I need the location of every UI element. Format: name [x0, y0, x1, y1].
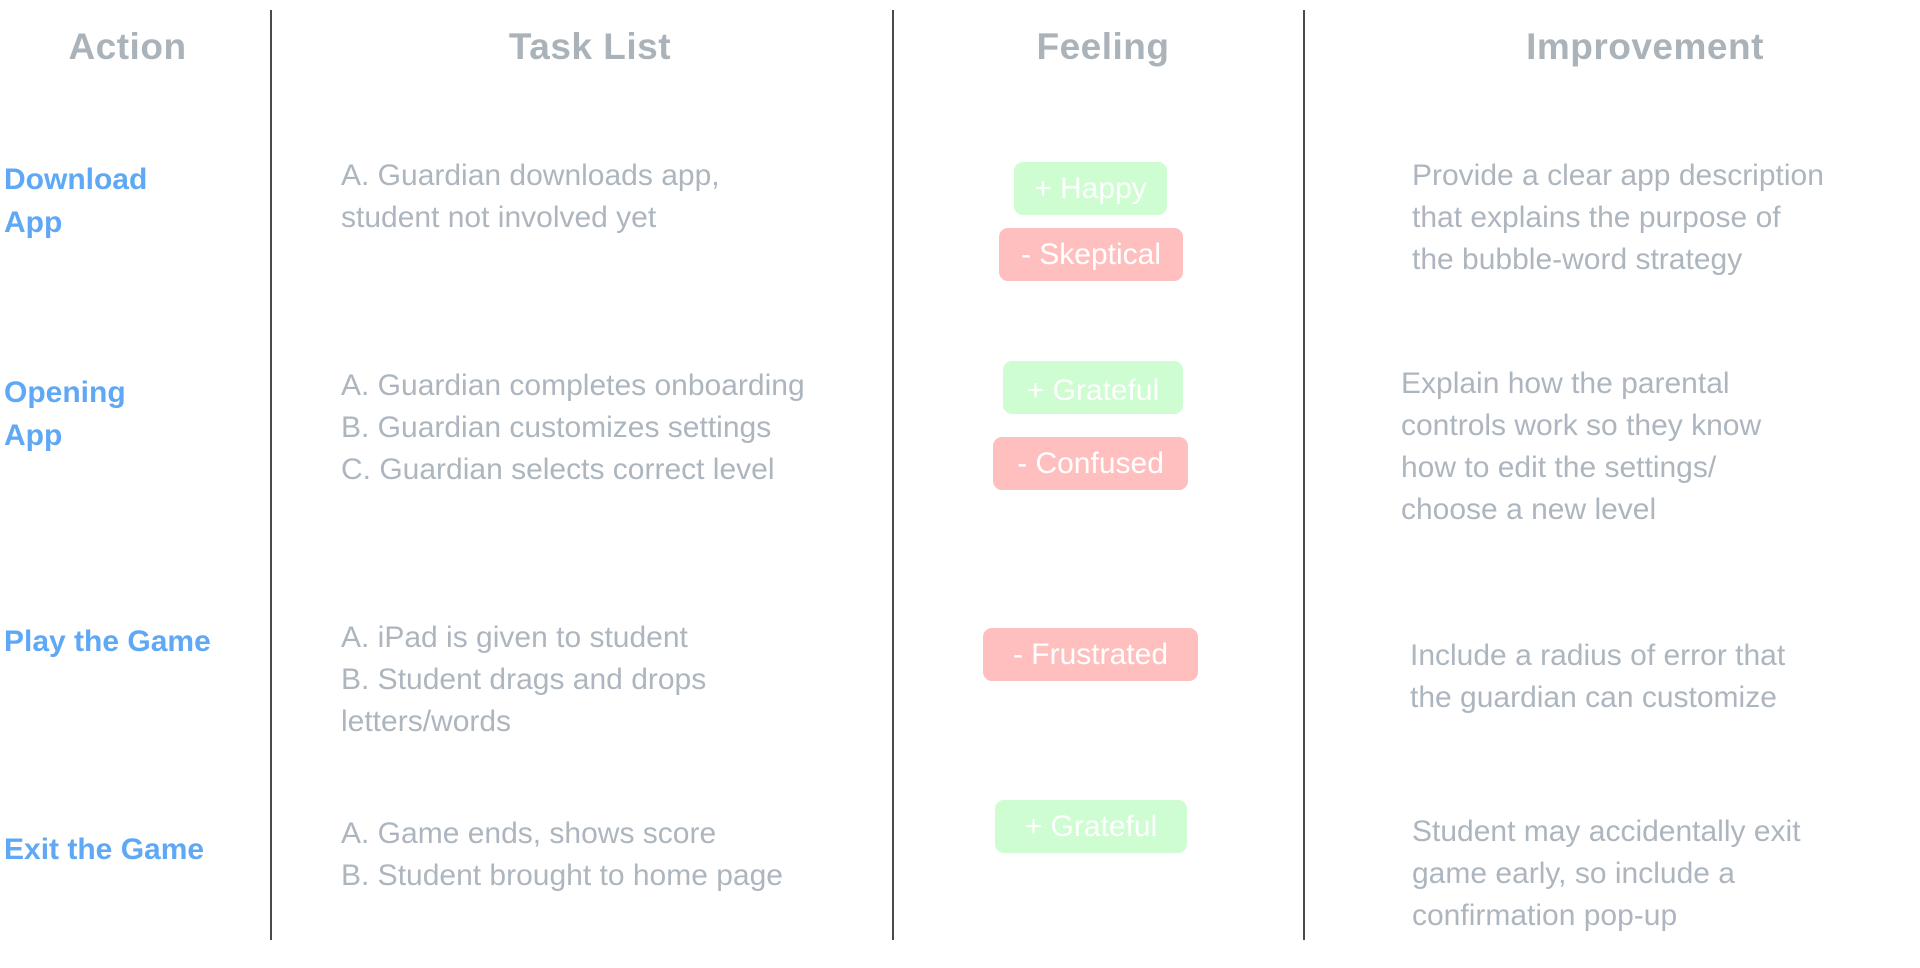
improvement-row-1: Provide a clear app description that exp…: [1412, 155, 1824, 281]
improvement-line: confirmation pop-up: [1412, 899, 1678, 932]
task-item: B. Student drags and drops: [341, 663, 707, 696]
header-action: Action: [68, 26, 187, 67]
improvement-line: how to edit the settings/: [1401, 451, 1717, 484]
feeling-badge-confused: - Confused: [993, 437, 1188, 490]
improvement-row-4: Student may accidentally exit game early…: [1412, 811, 1801, 937]
header-feeling: Feeling: [1036, 26, 1170, 67]
improvement-line: the guardian can customize: [1410, 681, 1777, 714]
improvement-row-2: Explain how the parental controls work s…: [1401, 363, 1761, 531]
column-divider-task-feeling: [892, 10, 894, 940]
improvement-line: that explains the purpose of: [1412, 201, 1781, 234]
action-exit-the-game: Exit the Game: [4, 833, 205, 866]
task-item: A. Guardian completes onboarding: [341, 369, 805, 402]
task-list-row-2: A. Guardian completes onboarding B. Guar…: [341, 365, 805, 491]
task-item: B. Guardian customizes settings: [341, 411, 772, 444]
task-item: A. Guardian downloads app,: [341, 159, 720, 192]
feeling-badge-grateful-exit: + Grateful: [995, 800, 1187, 853]
feeling-badge-happy: + Happy: [1014, 162, 1167, 215]
task-list-row-4: A. Game ends, shows score B. Student bro…: [341, 813, 783, 897]
action-opening-app: Opening App: [4, 376, 126, 452]
improvement-line: Include a radius of error that: [1410, 639, 1786, 672]
action-download-app: Download App: [4, 163, 148, 239]
task-list-row-3: A. iPad is given to student B. Student d…: [341, 617, 706, 743]
improvement-line: the bubble-word strategy: [1412, 243, 1743, 276]
improvement-line: Provide a clear app description: [1412, 159, 1824, 192]
improvement-line: controls work so they know: [1401, 409, 1762, 442]
task-item: letters/words: [341, 705, 512, 738]
task-item: B. Student brought to home page: [341, 859, 783, 892]
task-item: student not involved yet: [341, 201, 657, 234]
improvement-line: Explain how the parental: [1401, 367, 1730, 400]
task-item: A. iPad is given to student: [341, 621, 688, 654]
column-divider-action-task: [270, 10, 272, 940]
feeling-badge-skeptical: - Skeptical: [999, 228, 1183, 281]
task-item: A. Game ends, shows score: [341, 817, 717, 850]
feeling-badge-frustrated: - Frustrated: [983, 628, 1198, 681]
improvement-row-3: Include a radius of error that the guard…: [1410, 635, 1785, 719]
improvement-line: game early, so include a: [1412, 857, 1735, 890]
feeling-badge-grateful: + Grateful: [1003, 361, 1183, 414]
task-list-row-1: A. Guardian downloads app, student not i…: [341, 155, 720, 239]
improvement-line: choose a new level: [1401, 493, 1657, 526]
action-play-the-game: Play the Game: [4, 625, 211, 658]
task-item: C. Guardian selects correct level: [341, 453, 775, 486]
header-task-list: Task List: [508, 26, 672, 67]
improvement-line: Student may accidentally exit: [1412, 815, 1801, 848]
header-improvement: Improvement: [1526, 26, 1764, 67]
column-divider-feeling-improvement: [1303, 10, 1305, 940]
